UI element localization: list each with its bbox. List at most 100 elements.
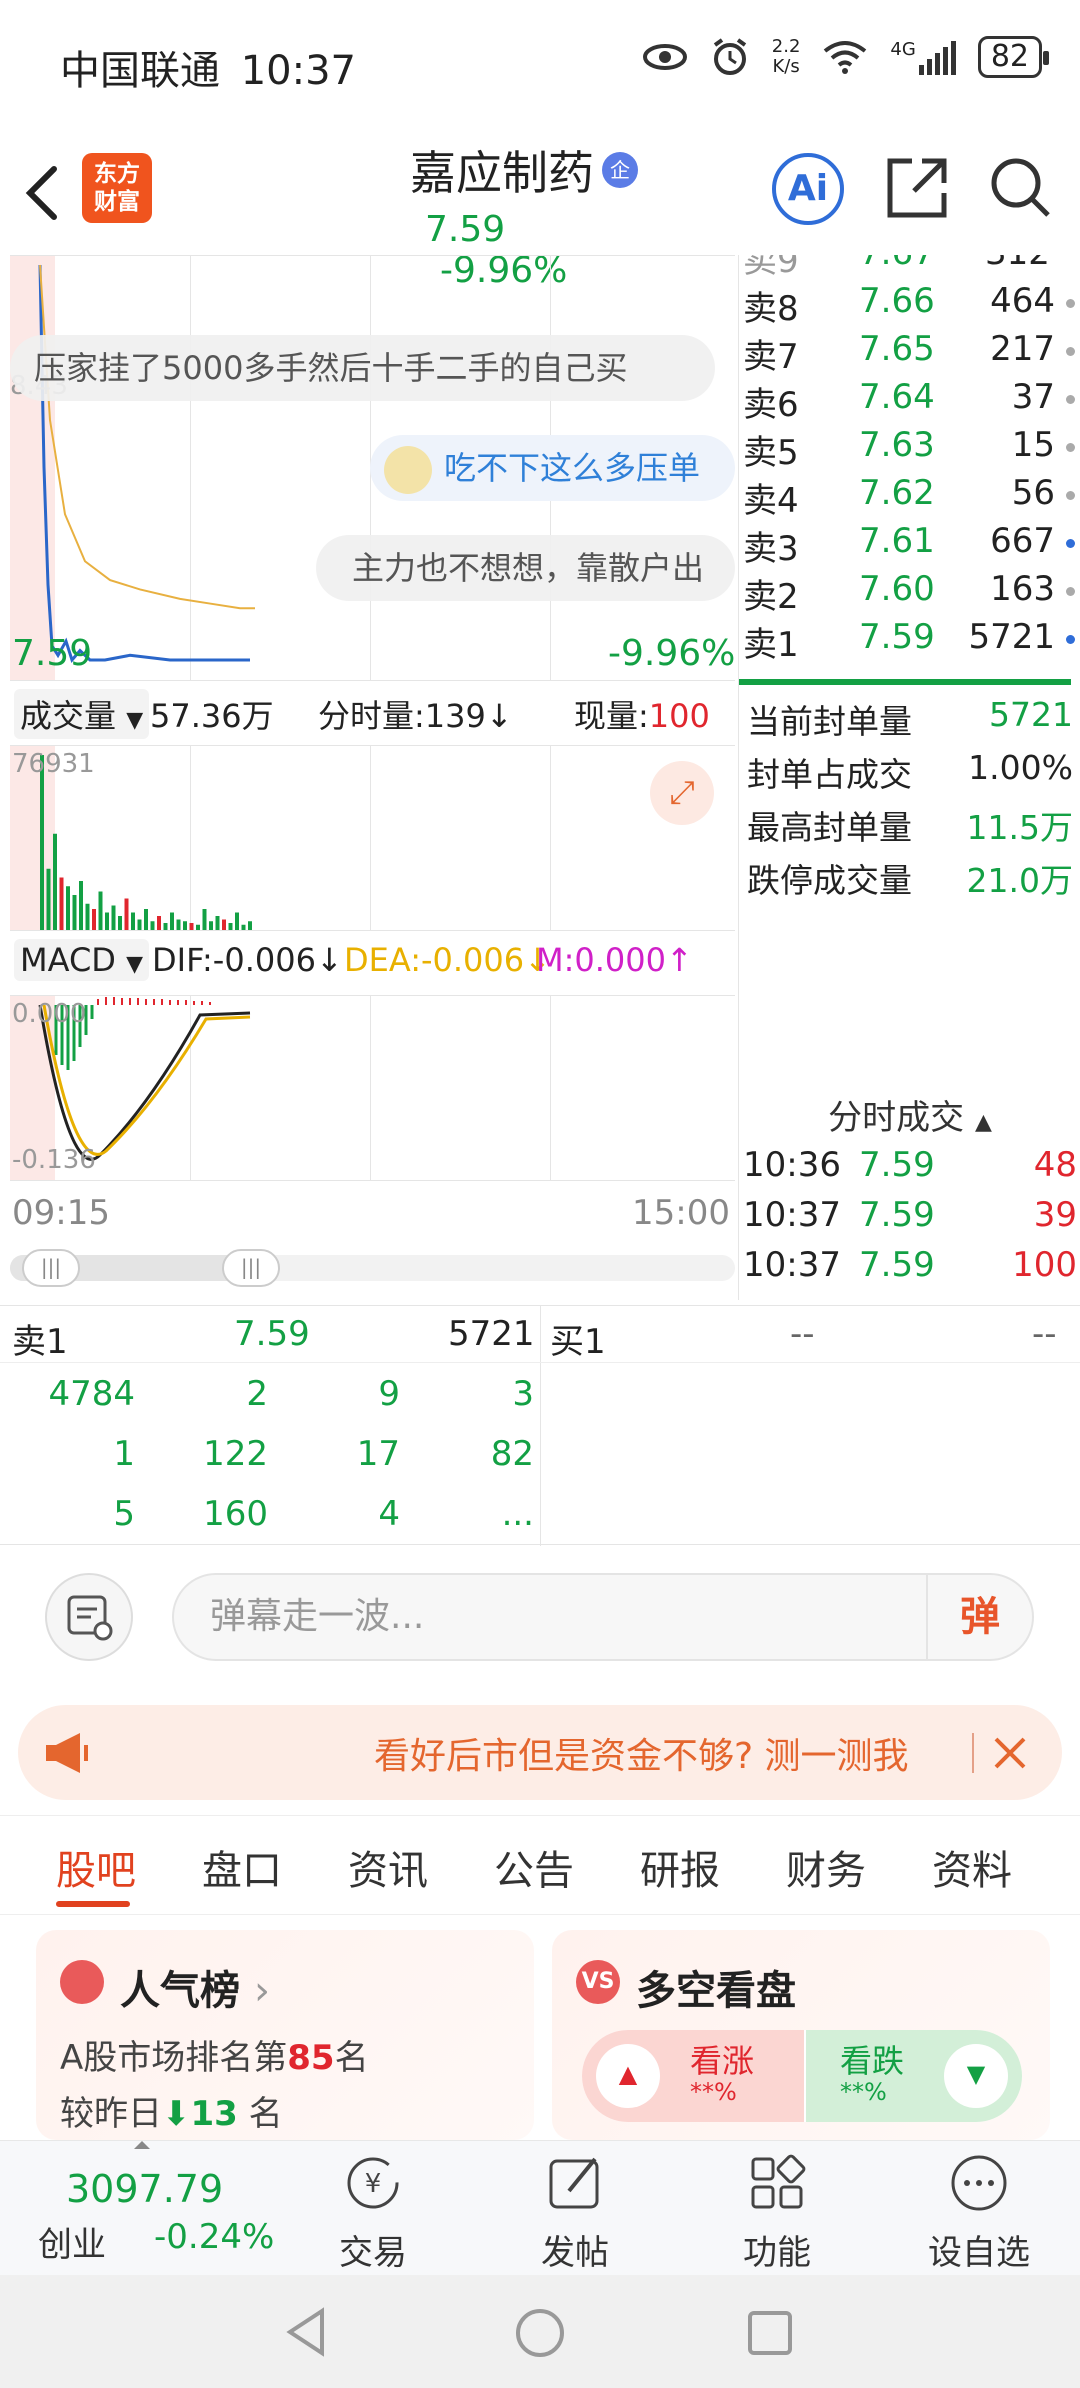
sell-level: 卖3: [743, 529, 799, 569]
limit-down-divider: [739, 679, 1071, 685]
back-arrow-icon[interactable]: [22, 163, 62, 223]
nav-post[interactable]: 发帖: [510, 2151, 640, 2274]
queue-order-cell: ...: [501, 1494, 534, 1534]
tab-2[interactable]: 资讯: [348, 1838, 428, 1896]
danmaku-send-button[interactable]: 弹: [926, 1575, 1032, 1659]
volume-bar: [176, 919, 181, 930]
volume-selector[interactable]: 成交量 ▼: [14, 689, 150, 739]
nav-trade[interactable]: ¥ 交易: [308, 2151, 438, 2274]
tick-time: 10:36: [743, 1145, 841, 1185]
ai-assistant-button[interactable]: Ai: [772, 153, 844, 225]
sell-order-row[interactable]: 卖7 7.65 217: [739, 329, 1080, 377]
seal-stat-label: 当前封单量: [747, 702, 912, 741]
volume-bar: [170, 912, 174, 930]
tick-time: 10:37: [743, 1195, 841, 1235]
grid-icon: [751, 2154, 806, 2209]
search-icon[interactable]: [988, 155, 1054, 221]
tick-price: 7.59: [859, 1195, 935, 1235]
sell-order-row[interactable]: 卖1 7.59 5721: [739, 617, 1080, 665]
net-speed: 2.2 K/s: [772, 37, 801, 77]
order-dot-icon: [1066, 299, 1075, 308]
sell-order-row[interactable]: 卖8 7.66 464: [739, 281, 1080, 329]
sell-price: 7.59: [859, 617, 935, 657]
share-icon[interactable]: [884, 155, 950, 221]
system-nav-bar: [0, 2275, 1080, 2388]
nav-add-watchlist[interactable]: 设自选: [914, 2151, 1044, 2274]
megaphone-icon: [46, 1733, 88, 1773]
bullbear-title: 多空看盘: [636, 1968, 796, 2014]
tick-row: 10:37 7.59 39: [739, 1195, 1080, 1243]
expand-icon[interactable]: ⤢: [650, 761, 714, 825]
system-home-icon[interactable]: [514, 2307, 566, 2359]
order-row-partial: 卖97.67312: [743, 255, 1050, 281]
ticks-header[interactable]: 分时成交 ▲: [739, 1090, 1080, 1139]
sell-volume: 37: [1011, 377, 1055, 417]
sell-volume: 217: [990, 329, 1055, 369]
danmaku-send-label: 弹: [960, 1594, 1000, 1640]
bottom-nav: 3097.79 创业 -0.24% ¥ 交易 发帖 功能 设自选: [0, 2140, 1080, 2275]
current-volume-value: 100: [648, 697, 710, 735]
volume-bar: [98, 891, 103, 930]
dif-value: DIF:-0.006↓: [152, 941, 343, 979]
tab-1[interactable]: 盘口: [202, 1838, 282, 1896]
sell-order-row[interactable]: 卖3 7.61 667: [739, 521, 1080, 569]
tab-5[interactable]: 财务: [786, 1838, 866, 1896]
macd-info-row: MACD ▼ DIF:-0.006↓ DEA:-0.006↓ M:0.000↑: [10, 935, 735, 985]
tick-row: 10:36 7.59 48: [739, 1145, 1080, 1193]
seal-stat-row: 当前封单量 5721: [739, 695, 1080, 747]
close-icon[interactable]: [990, 1733, 1030, 1773]
vote-up-value: **%: [690, 2078, 737, 2106]
carrier-time: 中国联通 10:37: [60, 38, 356, 96]
wifi-icon: [824, 41, 867, 74]
popularity-title-text: 人气榜: [120, 1968, 240, 2014]
vote-down-button[interactable]: 看跌 **% ▼: [806, 2030, 1022, 2122]
range-handle-right[interactable]: |||: [222, 1249, 280, 1287]
order-dot-icon: [1066, 443, 1075, 452]
sell-price: 7.60: [859, 569, 935, 609]
sell-volume: 15: [1011, 425, 1055, 465]
sell-order-row[interactable]: 卖4 7.62 56: [739, 473, 1080, 521]
promo-banner[interactable]: 看好后市但是资金不够? 测一测我: [18, 1705, 1062, 1800]
vote-up-button[interactable]: ▲ 看涨 **%: [582, 2030, 804, 2122]
order-dot-icon: [1066, 635, 1075, 644]
system-recents-icon[interactable]: [746, 2309, 794, 2357]
tab-3[interactable]: 公告: [494, 1838, 574, 1896]
bullbear-card[interactable]: VS 多空看盘 ▲ 看涨 **% 看跌 **% ▼: [552, 1930, 1050, 2140]
system-back-icon[interactable]: [282, 2307, 332, 2357]
seal-stat-value: 21.0万: [966, 861, 1073, 900]
danmaku-bullet[interactable]: 主力也不想想，靠散户出: [316, 535, 735, 601]
indicator-selector[interactable]: MACD ▼: [14, 939, 150, 981]
danmaku-input[interactable]: 弹幕走一波... 弹: [172, 1573, 1034, 1661]
sell-order-row[interactable]: 卖6 7.64 37: [739, 377, 1080, 425]
tab-0[interactable]: 股吧: [56, 1838, 136, 1896]
queue-order-cell: 4: [378, 1494, 400, 1534]
popularity-card[interactable]: 人气榜 › A股市场排名第85名 较昨日⬇13 名: [36, 1930, 534, 2140]
vs-icon: VS: [576, 1960, 620, 2004]
rank-change-suffix: 名: [248, 2094, 283, 2134]
range-slider[interactable]: ||| |||: [10, 1249, 735, 1287]
tab-6[interactable]: 资料: [932, 1838, 1012, 1896]
intraday-chart-panel[interactable]: 8.43 7.59 -9.96% 压家挂了5000多手然后十手二手的自己买 吃不…: [10, 255, 735, 1300]
volume-bar: [189, 923, 194, 930]
danmaku-bullet[interactable]: 吃不下这么多压单: [370, 435, 735, 501]
status-icons: 2.2 K/s 4G 82: [642, 36, 1050, 78]
range-handle-left[interactable]: |||: [22, 1249, 80, 1287]
danmaku-bullet[interactable]: 压家挂了5000多手然后十手二手的自己买: [10, 335, 715, 401]
status-bar: 中国联通 10:37 2.2 K/s 4G 82: [0, 0, 1080, 125]
tab-4[interactable]: 研报: [640, 1838, 720, 1896]
sell-volume: 667: [990, 521, 1055, 561]
queue-order-cell: 9: [378, 1374, 400, 1414]
edit-icon: [549, 2157, 599, 2209]
volume-bar: [85, 903, 90, 930]
sell-order-row[interactable]: 卖5 7.63 15: [739, 425, 1080, 473]
grid-line: [10, 680, 735, 681]
volume-bar: [248, 921, 252, 930]
index-ticker[interactable]: 3097.79 创业 -0.24%: [0, 2141, 300, 2276]
sell-order-row[interactable]: 卖2 7.60 163: [739, 569, 1080, 617]
grid-line: [10, 1180, 735, 1181]
clock: 10:37: [240, 48, 356, 94]
nav-functions[interactable]: 功能: [712, 2151, 842, 2274]
order-queue: 卖1 7.59 5721 买1 -- -- 4784 2 9 3 1 122 17 82 5 16…: [0, 1305, 1080, 1546]
danmaku-settings-icon[interactable]: [45, 1573, 133, 1661]
sell-volume: 56: [1011, 473, 1055, 513]
